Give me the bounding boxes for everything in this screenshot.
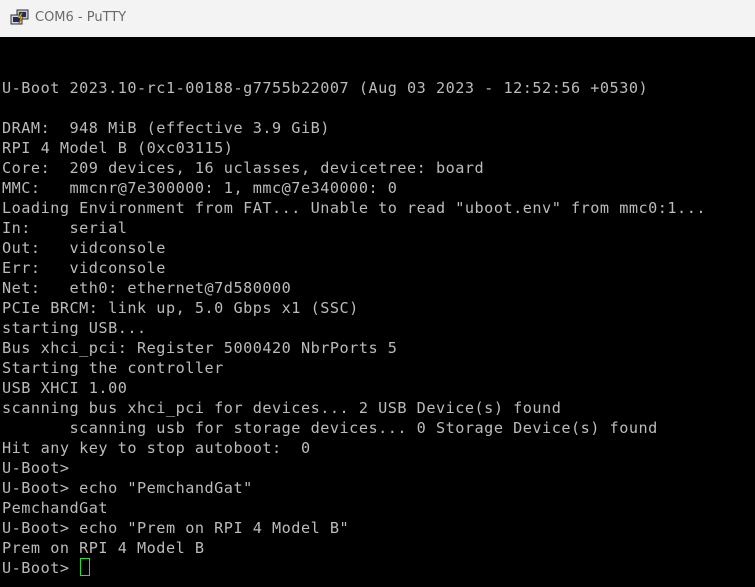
terminal-line-text: DRAM: 948 MiB (effective 3.9 GiB) [2,119,330,137]
terminal-line-text: starting USB... [2,319,147,337]
terminal-line: scanning usb for storage devices... 0 St… [2,418,706,438]
terminal-line: Starting the controller [2,358,706,378]
terminal-cursor[interactable] [80,558,91,576]
terminal-line: Bus xhci_pci: Register 5000420 NbrPorts … [2,338,706,358]
terminal-line: Out: vidconsole [2,238,706,258]
terminal-line-text: In: serial [2,219,128,237]
terminal-line: In: serial [2,218,706,238]
terminal-line-text: Err: vidconsole [2,259,166,277]
terminal-line: U-Boot> [2,458,706,478]
terminal-line: Loading Environment from FAT... Unable t… [2,198,706,218]
terminal-line-text: U-Boot> echo "PemchandGat" [2,479,253,497]
terminal-line-text: U-Boot> echo "Prem on RPI 4 Model B" [2,519,350,537]
terminal-line: U-Boot> echo "Prem on RPI 4 Model B" [2,518,706,538]
terminal-line-text: Out: vidconsole [2,239,166,257]
terminal-line: starting USB... [2,318,706,338]
terminal-line: MMC: mmcnr@7e300000: 1, mmc@7e340000: 0 [2,178,706,198]
terminal-line-text: scanning usb for storage devices... 0 St… [2,419,658,437]
terminal-line-text: PemchandGat [2,499,109,517]
terminal-line-text: Hit any key to stop autoboot: 0 [2,439,311,457]
terminal-line-text: Net: eth0: ethernet@7d580000 [2,279,292,297]
terminal-line-text: Starting the controller [2,359,224,377]
terminal-line: USB XHCI 1.00 [2,378,706,398]
terminal-line: U-Boot> echo "PemchandGat" [2,478,706,498]
terminal-line-text: Bus xhci_pci: Register 5000420 NbrPorts … [2,339,398,357]
title-bar[interactable]: COM6 - PuTTY [0,0,755,37]
terminal-line: Net: eth0: ethernet@7d580000 [2,278,706,298]
terminal-line-text: Prem on RPI 4 Model B [2,539,205,557]
terminal-line: Prem on RPI 4 Model B [2,538,706,558]
terminal-line: DRAM: 948 MiB (effective 3.9 GiB) [2,118,706,138]
terminal-line: U-Boot 2023.10-rc1-00188-g7755b22007 (Au… [2,78,706,98]
putty-window: COM6 - PuTTY U-Boot 2023.10-rc1-00188-g7… [0,0,755,587]
terminal-line-text: Loading Environment from FAT... Unable t… [2,199,706,217]
terminal-line-text: PCIe BRCM: link up, 5.0 Gbps x1 (SSC) [2,299,359,317]
terminal-line-text: U-Boot> [2,559,80,577]
terminal-line: Hit any key to stop autoboot: 0 [2,438,706,458]
terminal-output: U-Boot 2023.10-rc1-00188-g7755b22007 (Au… [2,78,706,578]
terminal-line-text: U-Boot 2023.10-rc1-00188-g7755b22007 (Au… [2,79,649,97]
terminal-line-text: USB XHCI 1.00 [2,379,128,397]
putty-icon[interactable] [10,9,30,27]
window-title: COM6 - PuTTY [35,10,127,25]
terminal-line: Core: 209 devices, 16 uclasses, devicetr… [2,158,706,178]
terminal-line-text: scanning bus xhci_pci for devices... 2 U… [2,399,562,417]
terminal-line: Err: vidconsole [2,258,706,278]
terminal-line-text: RPI 4 Model B (0xc03115) [2,139,234,157]
terminal-line-text: U-Boot> [2,459,70,477]
terminal-line: PCIe BRCM: link up, 5.0 Gbps x1 (SSC) [2,298,706,318]
terminal-area[interactable]: U-Boot 2023.10-rc1-00188-g7755b22007 (Au… [0,37,755,587]
terminal-line-text: MMC: mmcnr@7e300000: 1, mmc@7e340000: 0 [2,179,398,197]
terminal-line-text: Core: 209 devices, 16 uclasses, devicetr… [2,159,485,177]
terminal-line: U-Boot> [2,558,706,578]
terminal-line: scanning bus xhci_pci for devices... 2 U… [2,398,706,418]
terminal-line: PemchandGat [2,498,706,518]
terminal-line: RPI 4 Model B (0xc03115) [2,138,706,158]
